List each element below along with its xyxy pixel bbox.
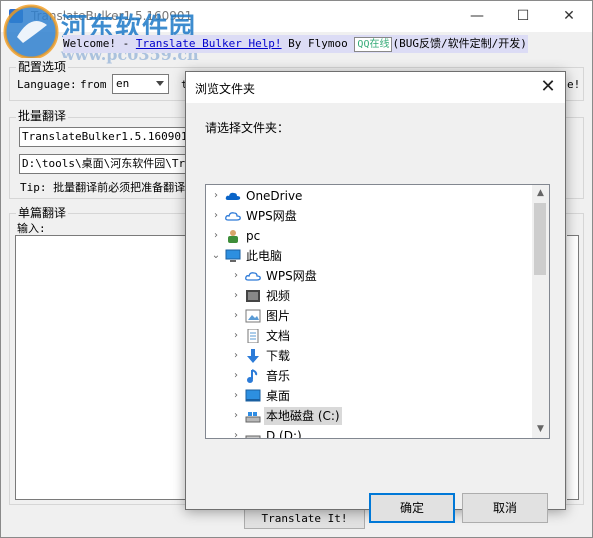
tree-item-label: pc <box>246 229 261 243</box>
desktop-folder-icon <box>245 389 261 403</box>
batch-source-path-field[interactable]: TranslateBulker1.5.160901\英 <box>19 127 199 147</box>
qq-online-badge[interactable]: QQ在线 <box>354 36 393 52</box>
maximize-button[interactable]: ☐ <box>500 1 546 32</box>
scroll-up-icon[interactable]: ▲ <box>532 185 549 202</box>
tree-item[interactable]: › 本地磁盘 (C:) <box>206 406 533 426</box>
translate-button[interactable]: Translate It! <box>244 508 365 529</box>
tree-item[interactable]: › 音乐 <box>206 366 533 386</box>
from-language-select[interactable]: en <box>112 74 169 94</box>
tree-item[interactable]: › WPS网盘 <box>206 266 533 286</box>
tree-item-label: WPS网盘 <box>246 209 297 223</box>
author-text: By Flymoo <box>281 37 355 50</box>
tree-item[interactable]: › 下载 <box>206 346 533 366</box>
tree-item-label: 桌面 <box>266 389 291 403</box>
input-label: 输入: <box>17 222 46 235</box>
user-folder-icon <box>225 229 241 243</box>
batch-group-label: 批量翻译 <box>16 107 69 124</box>
close-button[interactable]: ✕ <box>546 1 592 32</box>
welcome-bar: Welcome! - Translate Bulker Help! By Fly… <box>63 35 528 53</box>
wps-cloud-icon <box>225 209 241 223</box>
tree-item-label: OneDrive <box>246 189 303 203</box>
tree-item[interactable]: › pc <box>206 226 533 246</box>
tree-item-label: 视频 <box>266 289 291 303</box>
downloads-folder-icon <box>245 349 261 363</box>
chevron-down-icon[interactable]: ⌄ <box>210 246 222 266</box>
tree-item-label: 下载 <box>266 349 291 363</box>
chevron-right-icon[interactable]: › <box>210 186 222 206</box>
this-pc-icon <box>225 249 241 263</box>
dialog-close-button[interactable]: ✕ <box>531 72 565 102</box>
tree-item-label: 本地磁盘 (C:) <box>264 407 342 425</box>
videos-folder-icon <box>245 289 261 303</box>
config-group-label: 配置选项 <box>16 58 69 75</box>
watermark-logo-icon <box>3 4 59 60</box>
tree-item-label: WPS网盘 <box>266 269 317 283</box>
from-language-value: en <box>116 77 130 90</box>
chevron-right-icon[interactable]: › <box>230 266 242 286</box>
documents-folder-icon <box>245 328 261 344</box>
wps-cloud-icon <box>245 269 261 283</box>
title-bar: TranslateBulker1.5.160901 河东软件园 — ☐ ✕ <box>1 1 592 60</box>
pictures-folder-icon <box>245 309 261 323</box>
folder-tree[interactable]: › OneDrive › WPS网盘 › pc ⌄ 此电脑 › WPS网盘 › 视频 › 图片 › 文档 › 下载… <box>205 184 550 439</box>
tree-item[interactable]: ⌄ 此电脑 <box>206 246 533 266</box>
tree-scrollbar[interactable]: ▲ ▼ <box>532 185 549 438</box>
output-textarea-edge[interactable] <box>567 235 579 500</box>
tree-item[interactable]: › 桌面 <box>206 386 533 406</box>
scroll-down-icon[interactable]: ▼ <box>532 421 549 438</box>
tree-item[interactable]: › 图片 <box>206 306 533 326</box>
chevron-right-icon[interactable]: › <box>230 306 242 326</box>
chevron-right-icon[interactable]: › <box>230 326 242 346</box>
welcome-prefix: Welcome! - <box>63 37 136 50</box>
drive-icon <box>245 429 261 438</box>
chevron-right-icon[interactable]: › <box>210 206 222 226</box>
tree-item-label: 此电脑 <box>246 249 283 263</box>
single-group-label: 单篇翻译 <box>16 204 69 221</box>
batch-tip: Tip: 批量翻译前必须把准备翻译 <box>20 181 186 194</box>
ok-button[interactable]: 确定 <box>369 493 455 523</box>
tree-item-label: D (D:) <box>266 429 302 439</box>
chevron-right-icon[interactable]: › <box>230 406 242 426</box>
feedback-text: (BUG反馈/软件定制/开发) <box>392 37 527 50</box>
tree-item-label: 文档 <box>266 329 291 343</box>
help-link[interactable]: Translate Bulker Help! <box>136 37 282 50</box>
input-textarea[interactable] <box>15 235 189 500</box>
language-label: Language: <box>17 78 77 91</box>
scroll-thumb[interactable] <box>534 203 546 275</box>
tree-item[interactable]: › D (D:) <box>206 426 533 439</box>
onedrive-cloud-icon <box>225 189 241 203</box>
dialog-body: 请选择文件夹： › OneDrive › WPS网盘 › pc ⌄ 此电脑 › WPS网盘 › 视频 ›… <box>186 103 565 523</box>
tree-item[interactable]: › 文档 <box>206 326 533 346</box>
config-right-text: e! <box>567 78 581 91</box>
tree-item[interactable]: › OneDrive <box>206 186 533 206</box>
chevron-right-icon[interactable]: › <box>230 426 242 438</box>
from-label: from <box>80 78 107 91</box>
dropdown-arrow-icon <box>156 81 164 86</box>
tree-item[interactable]: › 视频 <box>206 286 533 306</box>
batch-output-path-field[interactable]: D:\tools\桌面\河东软件园\Tr <box>19 154 199 174</box>
chevron-right-icon[interactable]: › <box>230 346 242 366</box>
tree-item[interactable]: › WPS网盘 <box>206 206 533 226</box>
dialog-title: 浏览文件夹 <box>195 82 256 96</box>
local-disk-icon <box>245 409 261 423</box>
browse-folder-dialog: 浏览文件夹 ✕ 请选择文件夹： › OneDrive › WPS网盘 › pc ⌄ 此电脑 › W… <box>185 71 566 523</box>
tree-item-label: 音乐 <box>266 369 291 383</box>
music-folder-icon <box>245 369 261 383</box>
minimize-button[interactable]: — <box>454 1 500 32</box>
tree-item-label: 图片 <box>266 309 291 323</box>
dialog-prompt: 请选择文件夹： <box>205 121 290 135</box>
cancel-button[interactable]: 取消 <box>462 493 548 523</box>
chevron-right-icon[interactable]: › <box>230 366 242 386</box>
chevron-right-icon[interactable]: › <box>230 386 242 406</box>
chevron-right-icon[interactable]: › <box>230 286 242 306</box>
chevron-right-icon[interactable]: › <box>210 226 222 246</box>
